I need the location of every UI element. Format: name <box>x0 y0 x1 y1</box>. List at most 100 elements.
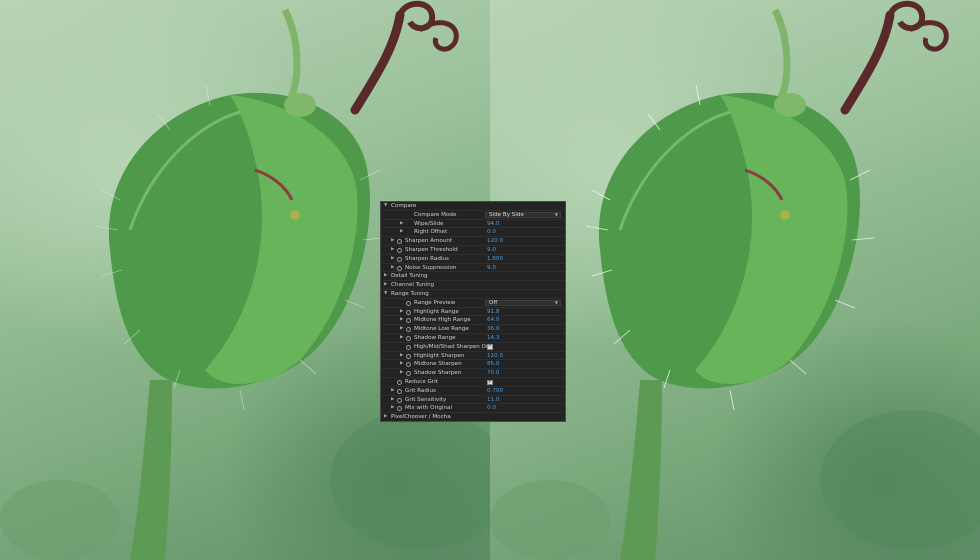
stopwatch-icon[interactable] <box>406 344 411 350</box>
effect-row-sharpen-amount[interactable]: ▶ Sharpen Amount 120.0 <box>381 237 565 246</box>
effect-value[interactable]: 70.0 <box>487 369 499 378</box>
twirl-closed-icon[interactable]: ▶ <box>400 369 403 378</box>
stopwatch-icon[interactable] <box>406 335 411 341</box>
effect-row-compare-mode[interactable]: Compare Mode Side By Side ▼ <box>381 211 565 220</box>
effect-row-reduce-grit[interactable]: Reduce Grit ✓ <box>381 378 565 387</box>
effect-row-midtone-sharpen[interactable]: ▶ Midtone Sharpen 85.0 <box>381 360 565 370</box>
twirl-closed-icon[interactable]: ▶ <box>384 272 387 281</box>
stopwatch-icon[interactable] <box>397 247 402 253</box>
effect-row-channel-tuning[interactable]: ▶ Channel Tuning <box>381 281 565 290</box>
dropdown-value: Off <box>489 300 498 307</box>
effect-row-right-offset[interactable]: ▶ Right Offset 0.0 <box>381 228 565 238</box>
effect-row-label: PixelChooser / Mocha <box>391 414 451 421</box>
effect-row-range-preview[interactable]: Range Preview Off ▼ <box>381 299 565 308</box>
effect-value[interactable]: 94.0 <box>487 220 499 229</box>
effect-row-mix-with-original[interactable]: ▶ Mix with Original 0.0 <box>381 404 565 414</box>
stopwatch-icon[interactable] <box>397 397 402 403</box>
twirl-closed-icon[interactable]: ▶ <box>400 334 403 343</box>
effect-row-label: Midtone Sharpen <box>414 361 462 368</box>
effect-row-label: Highlight Sharpen <box>414 352 465 359</box>
twirl-closed-icon[interactable]: ▶ <box>384 281 387 290</box>
effect-value[interactable]: 0.0 <box>487 228 496 237</box>
effect-row-compare[interactable]: ▼ Compare <box>381 202 565 211</box>
effect-row-label: Right Offset <box>414 229 448 236</box>
effect-controls-panel: ▼ Compare Compare Mode Side By Side ▼ ▶ Wipe/S… <box>380 201 566 422</box>
effect-row-wipe-slide[interactable]: ▶ Wipe/Slide 94.0 <box>381 220 565 229</box>
stopwatch-icon[interactable] <box>397 265 402 271</box>
effect-row-label: Sharpen Amount <box>405 238 453 245</box>
effect-value[interactable]: 36.0 <box>487 325 499 334</box>
effect-value[interactable]: 110.0 <box>487 352 503 361</box>
effect-value[interactable]: 0.700 <box>487 387 503 396</box>
stopwatch-icon[interactable] <box>406 309 411 315</box>
twirl-closed-icon[interactable]: ▶ <box>400 360 403 369</box>
effect-row-grit-sensitivity[interactable]: ▶ Grit Sensitivity 11.0 <box>381 396 565 405</box>
effect-row-range-tuning[interactable]: ▼ Range Tuning <box>381 290 565 299</box>
effect-row-noise-suppression[interactable]: ▶ Noise Suppression 9.0 <box>381 264 565 273</box>
effect-row-highlight-range[interactable]: ▶ Highlight Range 91.8 <box>381 308 565 317</box>
effect-value[interactable]: 64.0 <box>487 316 499 325</box>
twirl-closed-icon[interactable]: ▶ <box>391 396 394 405</box>
effect-checkbox[interactable]: ✓ <box>487 344 493 350</box>
twirl-open-icon[interactable]: ▼ <box>384 202 387 211</box>
stopwatch-icon[interactable] <box>397 379 402 385</box>
stopwatch-icon[interactable] <box>406 318 411 324</box>
effect-row-highlight-sharpen[interactable]: ▶ Highlight Sharpen 110.0 <box>381 352 565 361</box>
effect-value[interactable]: 0.0 <box>487 404 496 413</box>
effect-row-midtone-low-range[interactable]: ▶ Midtone Low Range 36.0 <box>381 325 565 334</box>
effect-value[interactable]: 85.0 <box>487 360 499 369</box>
effect-row-label: Midtone Low Range <box>414 326 469 333</box>
twirl-closed-icon[interactable]: ▶ <box>384 413 387 421</box>
effect-value[interactable]: 1.600 <box>487 255 503 264</box>
stopwatch-icon[interactable] <box>406 371 411 377</box>
stopwatch-icon[interactable] <box>397 406 402 412</box>
effect-value[interactable]: 91.8 <box>487 308 499 317</box>
stopwatch-icon[interactable] <box>406 327 411 333</box>
effect-value[interactable]: 11.0 <box>487 396 499 405</box>
effect-row-pixelchooser-mocha[interactable]: ▶ PixelChooser / Mocha <box>381 413 565 421</box>
twirl-closed-icon[interactable]: ▶ <box>391 246 394 255</box>
effect-row-sharpen-threshold[interactable]: ▶ Sharpen Threshold 9.0 <box>381 246 565 255</box>
effect-row-label: Sharpen Radius <box>405 255 449 262</box>
effect-row-label: Sharpen Threshold <box>405 246 458 253</box>
effect-value[interactable]: 9.0 <box>487 264 496 273</box>
effect-row-midtone-high-range[interactable]: ▶ Midtone High Range 64.0 <box>381 316 565 326</box>
effect-value[interactable]: 9.0 <box>487 246 496 255</box>
effect-checkbox[interactable]: ✓ <box>487 379 493 386</box>
twirl-closed-icon[interactable]: ▶ <box>391 255 394 264</box>
twirl-closed-icon[interactable]: ▶ <box>400 220 403 229</box>
stopwatch-icon[interactable] <box>397 239 402 245</box>
twirl-closed-icon[interactable]: ▶ <box>400 352 403 361</box>
effect-value[interactable]: 14.3 <box>487 334 499 343</box>
twirl-closed-icon[interactable]: ▶ <box>400 325 403 334</box>
effect-row-detail-tuning[interactable]: ▶ Detail Tuning <box>381 272 565 282</box>
twirl-closed-icon[interactable]: ▶ <box>391 404 394 413</box>
effect-row-grit-radius[interactable]: ▶ Grit Radius 0.700 <box>381 387 565 396</box>
twirl-closed-icon[interactable]: ▶ <box>391 237 394 246</box>
effect-row-label: Mix with Original <box>405 405 453 412</box>
effect-row-sharpen-radius[interactable]: ▶ Sharpen Radius 1.600 <box>381 255 565 264</box>
stopwatch-icon[interactable] <box>397 256 402 262</box>
effect-row-shadow-range[interactable]: ▶ Shadow Range 14.3 <box>381 334 565 343</box>
effect-dropdown[interactable]: Side By Side ▼ <box>485 212 561 219</box>
stopwatch-icon[interactable] <box>406 353 411 359</box>
twirl-closed-icon[interactable]: ▶ <box>391 264 394 273</box>
effect-value[interactable]: 120.0 <box>487 237 503 246</box>
twirl-closed-icon[interactable]: ▶ <box>391 387 394 396</box>
twirl-closed-icon[interactable]: ▶ <box>400 308 403 317</box>
effect-row-label: Compare <box>391 203 417 209</box>
effect-row-label: Grit Sensitivity <box>405 396 447 403</box>
twirl-open-icon[interactable]: ▼ <box>384 290 387 299</box>
effect-row-label: Range Tuning <box>391 290 429 297</box>
effect-row-label: Midtone High Range <box>414 317 471 324</box>
twirl-closed-icon[interactable]: ▶ <box>400 316 403 325</box>
stopwatch-icon[interactable] <box>406 362 411 368</box>
effect-row-shadow-sharpen[interactable]: ▶ Shadow Sharpen 70.0 <box>381 369 565 378</box>
dropdown-value: Side By Side <box>489 212 524 219</box>
twirl-closed-icon[interactable]: ▶ <box>400 228 403 237</box>
effect-dropdown[interactable]: Off ▼ <box>485 300 561 307</box>
stopwatch-icon[interactable] <box>397 388 402 394</box>
effect-row-label: Reduce Grit <box>405 378 438 385</box>
effect-row-high-mid-shad-sharpen-on[interactable]: High/Mid/Shad Sharpen On ✓ <box>381 343 565 352</box>
stopwatch-icon[interactable] <box>406 300 411 306</box>
